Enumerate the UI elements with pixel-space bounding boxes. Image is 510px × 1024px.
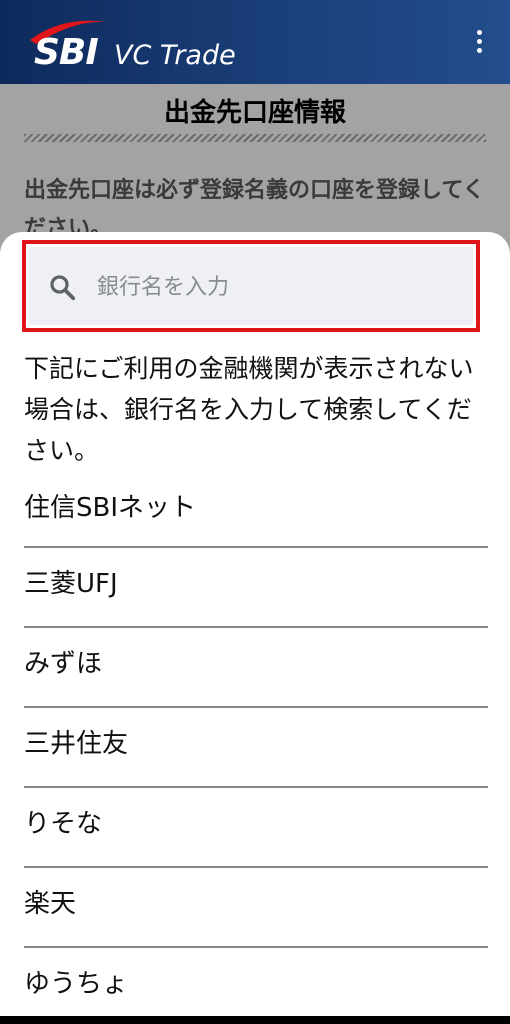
title-divider bbox=[24, 134, 486, 142]
logo-vc-trade-text: VC Trade bbox=[114, 40, 236, 71]
bank-item-mufg[interactable]: 三菱UFJ bbox=[24, 548, 488, 628]
sbi-vc-trade-logo: SBI VC Trade bbox=[22, 14, 252, 74]
page-title: 出金先口座情報 bbox=[163, 98, 346, 128]
search-icon bbox=[50, 275, 76, 301]
search-box bbox=[22, 240, 480, 332]
bank-item-resona[interactable]: りそな bbox=[24, 788, 488, 868]
bank-item-rakuten[interactable]: 楽天 bbox=[24, 868, 488, 948]
bank-list: 住信SBIネット 三菱UFJ みずほ 三井住友 りそな 楽天 ゆうちょ bbox=[24, 474, 488, 1016]
logo-sbi-text: SBI bbox=[34, 32, 99, 73]
help-text: 下記にご利用の金融機関が表示されない場合は、銀行名を入力して検索してください。 bbox=[24, 354, 474, 465]
bank-search-input[interactable] bbox=[97, 263, 437, 311]
bank-item-smbc[interactable]: 三井住友 bbox=[24, 708, 488, 788]
bank-item-yucho[interactable]: ゆうちょ bbox=[24, 948, 488, 1016]
app-header: SBI VC Trade bbox=[0, 0, 510, 84]
system-bottom-bar bbox=[0, 1016, 510, 1024]
bank-select-sheet: 下記にご利用の金融機関が表示されない場合は、銀行名を入力して検索してください。 … bbox=[0, 232, 510, 1016]
search-field[interactable] bbox=[29, 247, 473, 325]
bank-item-sumishin-sbi[interactable]: 住信SBIネット bbox=[24, 474, 488, 548]
kebab-menu-icon[interactable] bbox=[474, 30, 484, 58]
bank-item-mizuho[interactable]: みずほ bbox=[24, 628, 488, 708]
